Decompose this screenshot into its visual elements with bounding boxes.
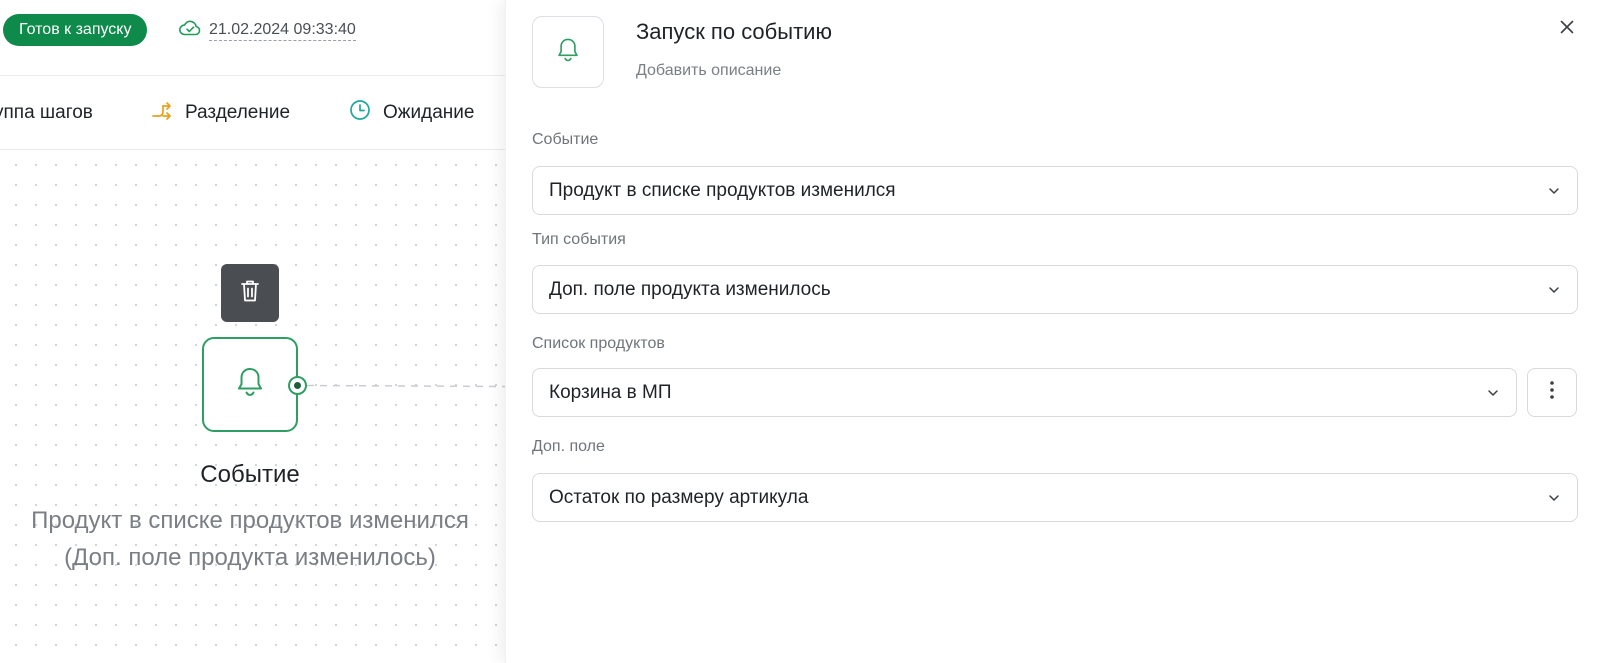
flow-canvas-area: Готов к запуску 21.02.2024 09:33:40 уппа… (0, 0, 505, 663)
extra-field-select[interactable]: Остаток по размеру артикула (532, 473, 1578, 522)
node-title: Событие (200, 461, 300, 488)
status-badge: Готов к запуску (3, 14, 148, 46)
delete-node-button[interactable] (221, 264, 279, 322)
close-panel-button[interactable] (1555, 17, 1579, 41)
chevron-down-icon (1547, 491, 1561, 505)
chevron-down-icon (1547, 184, 1561, 198)
event-node[interactable] (202, 337, 298, 432)
panel-title: Запуск по событию (636, 19, 832, 44)
event-type-select[interactable]: Доп. поле продукта изменилось (532, 265, 1578, 314)
product-list-more-button[interactable] (1527, 368, 1577, 417)
toolbar-item-split[interactable]: Разделение (151, 99, 290, 127)
top-bar: Готов к запуску 21.02.2024 09:33:40 (0, 0, 505, 76)
event-select-value: Продукт в списке продуктов изменился (549, 179, 896, 201)
node-description: Продукт в списке продуктов изменился (До… (31, 507, 469, 571)
panel-step-icon (532, 16, 604, 88)
product-list-select-value: Корзина в МП (549, 381, 672, 403)
extra-field-label: Доп. поле (532, 438, 605, 455)
toolbar-item-label: уппа шагов (0, 102, 93, 123)
save-status: 21.02.2024 09:33:40 (178, 18, 356, 42)
product-list-field-label: Список продуктов (532, 335, 665, 352)
event-field-label: Событие (532, 131, 599, 148)
cloud-check-icon (178, 18, 202, 43)
chevron-down-icon (1547, 283, 1561, 297)
more-vertical-icon (1549, 380, 1555, 405)
product-list-select[interactable]: Корзина в МП (532, 368, 1517, 417)
toolbar-item-label: Ожидание (383, 102, 475, 123)
toolbar-item-step-group[interactable]: уппа шагов (0, 99, 93, 127)
toolbar-item-wait[interactable]: Ожидание (349, 99, 474, 127)
node-output-port[interactable] (288, 376, 307, 395)
event-type-field-label: Тип события (532, 231, 626, 248)
connector-line (307, 384, 505, 388)
close-icon (1560, 20, 1574, 39)
chevron-down-icon (1486, 386, 1500, 400)
toolbar-item-label: Разделение (185, 102, 291, 123)
step-toolbar: уппа шагов Разделение Ожидание (0, 76, 505, 150)
saved-timestamp[interactable]: 21.02.2024 09:33:40 (209, 20, 356, 41)
bell-icon (234, 365, 266, 404)
bell-icon (555, 36, 581, 69)
clock-icon (349, 99, 371, 127)
event-select[interactable]: Продукт в списке продуктов изменился (532, 166, 1578, 215)
add-description-field[interactable]: Добавить описание (636, 62, 781, 80)
event-type-select-value: Доп. поле продукта изменилось (549, 278, 831, 300)
trash-icon (238, 278, 262, 309)
split-icon (151, 99, 173, 127)
event-settings-panel: Запуск по событию Добавить описание Собы… (505, 0, 1600, 663)
extra-field-select-value: Остаток по размеру артикула (549, 486, 809, 508)
